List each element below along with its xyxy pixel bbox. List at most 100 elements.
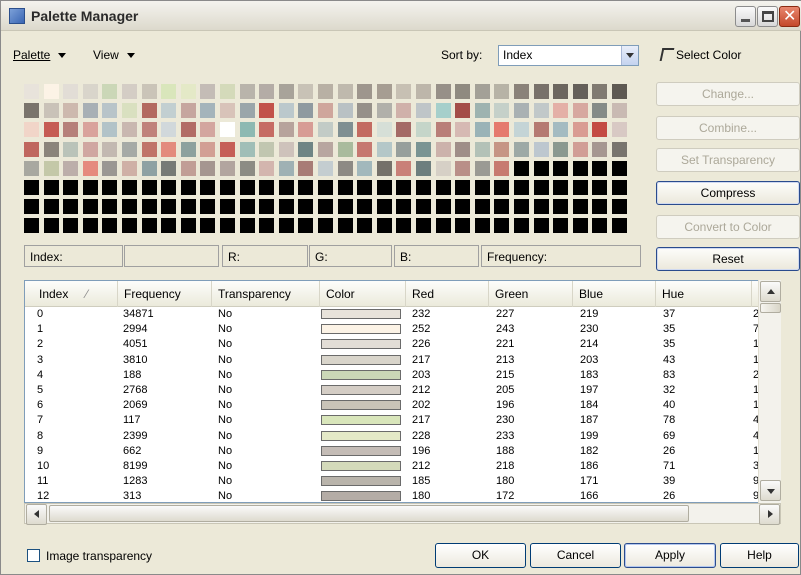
table-row[interactable]: 33810No2172132034316: [25, 354, 780, 366]
palette-swatch[interactable]: [416, 180, 431, 195]
palette-swatch[interactable]: [200, 180, 215, 195]
palette-swatch[interactable]: [612, 180, 627, 195]
maximize-button[interactable]: [757, 6, 778, 27]
palette-swatch[interactable]: [181, 142, 196, 157]
palette-swatch[interactable]: [396, 218, 411, 233]
palette-swatch[interactable]: [592, 103, 607, 118]
palette-swatch[interactable]: [416, 122, 431, 137]
palette-swatch[interactable]: [338, 103, 353, 118]
horizontal-scroll-thumb[interactable]: [49, 505, 689, 522]
palette-swatch[interactable]: [220, 218, 235, 233]
palette-swatch[interactable]: [455, 84, 470, 99]
palette-swatch[interactable]: [161, 122, 176, 137]
palette-swatch[interactable]: [475, 142, 490, 157]
palette-swatch[interactable]: [318, 103, 333, 118]
palette-swatch[interactable]: [357, 103, 372, 118]
palette-swatch[interactable]: [573, 199, 588, 214]
palette-swatch[interactable]: [240, 103, 255, 118]
palette-swatch[interactable]: [475, 180, 490, 195]
palette-swatch[interactable]: [279, 84, 294, 99]
palette-swatch[interactable]: [534, 218, 549, 233]
header-red[interactable]: Red: [406, 281, 489, 307]
palette-swatch[interactable]: [475, 103, 490, 118]
palette-swatch[interactable]: [259, 142, 274, 157]
palette-swatch[interactable]: [181, 180, 196, 195]
table-row[interactable]: 9662No1961881822611: [25, 445, 780, 457]
palette-swatch[interactable]: [298, 218, 313, 233]
palette-swatch[interactable]: [44, 122, 59, 137]
palette-swatch[interactable]: [102, 142, 117, 157]
palette-swatch[interactable]: [181, 103, 196, 118]
palette-swatch[interactable]: [338, 84, 353, 99]
palette-swatch[interactable]: [44, 161, 59, 176]
palette-swatch[interactable]: [318, 142, 333, 157]
palette-swatch[interactable]: [592, 180, 607, 195]
palette-swatch[interactable]: [102, 103, 117, 118]
palette-swatch[interactable]: [357, 142, 372, 157]
palette-swatch[interactable]: [318, 122, 333, 137]
header-transparency[interactable]: Transparency: [212, 281, 320, 307]
palette-swatch[interactable]: [396, 161, 411, 176]
palette-swatch[interactable]: [612, 103, 627, 118]
table-row[interactable]: 24051No2262212143517: [25, 338, 780, 350]
palette-swatch[interactable]: [357, 218, 372, 233]
palette-swatch[interactable]: [63, 218, 78, 233]
palette-swatch[interactable]: [475, 122, 490, 137]
palette-swatch[interactable]: [220, 103, 235, 118]
palette-swatch[interactable]: [298, 199, 313, 214]
palette-swatch[interactable]: [455, 103, 470, 118]
palette-swatch[interactable]: [553, 161, 568, 176]
palette-swatch[interactable]: [24, 218, 39, 233]
palette-swatch[interactable]: [553, 199, 568, 214]
palette-swatch[interactable]: [455, 161, 470, 176]
palette-swatch[interactable]: [494, 122, 509, 137]
dropdown-arrow-icon[interactable]: [621, 46, 638, 65]
palette-swatch[interactable]: [612, 161, 627, 176]
table-row[interactable]: 62069No2021961844015: [25, 399, 780, 411]
palette-swatch[interactable]: [338, 142, 353, 157]
palette-swatch[interactable]: [161, 218, 176, 233]
palette-swatch[interactable]: [318, 218, 333, 233]
palette-swatch[interactable]: [396, 122, 411, 137]
reset-button[interactable]: Reset: [656, 247, 800, 271]
palette-swatch[interactable]: [279, 142, 294, 157]
header-green[interactable]: Green: [489, 281, 573, 307]
palette-swatch[interactable]: [377, 161, 392, 176]
palette-swatch[interactable]: [240, 84, 255, 99]
palette-swatch[interactable]: [494, 84, 509, 99]
palette-swatch[interactable]: [102, 199, 117, 214]
palette-swatch[interactable]: [142, 218, 157, 233]
palette-swatch[interactable]: [573, 142, 588, 157]
palette-swatch[interactable]: [24, 180, 39, 195]
palette-swatch[interactable]: [220, 84, 235, 99]
palette-swatch[interactable]: [83, 218, 98, 233]
palette-swatch[interactable]: [259, 180, 274, 195]
table-row[interactable]: 12994No2522432303579: [25, 323, 780, 335]
header-hue[interactable]: Hue: [656, 281, 752, 307]
palette-swatch[interactable]: [436, 142, 451, 157]
palette-swatch[interactable]: [102, 122, 117, 137]
palette-swatch[interactable]: [83, 161, 98, 176]
scroll-left-button[interactable]: [26, 504, 47, 525]
palette-swatch[interactable]: [553, 84, 568, 99]
palette-swatch[interactable]: [181, 161, 196, 176]
palette-swatch[interactable]: [612, 122, 627, 137]
palette-swatch[interactable]: [83, 180, 98, 195]
palette-swatch[interactable]: [553, 103, 568, 118]
convert-to-color-button[interactable]: Convert to Color: [656, 215, 800, 239]
ok-button[interactable]: OK: [435, 543, 526, 568]
vertical-scroll-thumb[interactable]: [760, 303, 781, 313]
palette-swatch[interactable]: [534, 103, 549, 118]
palette-swatch[interactable]: [377, 199, 392, 214]
palette-swatch[interactable]: [298, 161, 313, 176]
sort-by-select[interactable]: Index: [498, 45, 639, 66]
palette-swatch[interactable]: [416, 103, 431, 118]
palette-swatch[interactable]: [24, 122, 39, 137]
palette-swatch-grid[interactable]: [24, 84, 644, 233]
palette-swatch[interactable]: [83, 103, 98, 118]
menu-palette[interactable]: Palette: [13, 48, 67, 62]
palette-swatch[interactable]: [259, 84, 274, 99]
palette-swatch[interactable]: [338, 122, 353, 137]
table-row[interactable]: 4188No2032151838329: [25, 369, 780, 381]
palette-swatch[interactable]: [534, 142, 549, 157]
